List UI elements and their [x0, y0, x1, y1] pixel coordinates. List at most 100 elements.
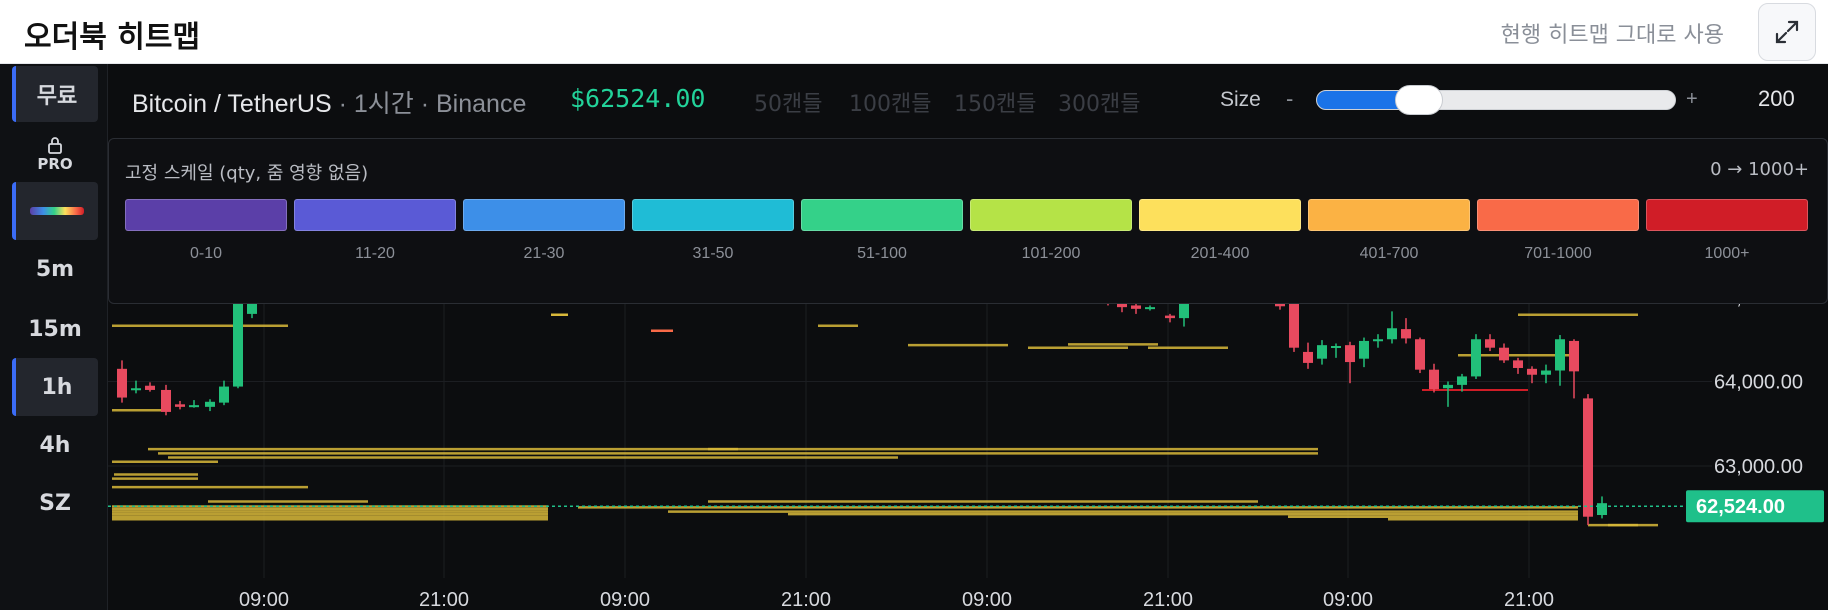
candle-up [1471, 339, 1481, 377]
size-label: Size [1220, 88, 1261, 111]
legend-swatch-label: 1000+ [1704, 245, 1750, 262]
x-tick-label: 09:00 [962, 589, 1012, 610]
candle-down [117, 368, 127, 398]
chart-area: 65,000.0064,000.0063,000.0062,524.0009:0… [108, 64, 1828, 610]
interval-label: · 1시간 · [338, 90, 430, 118]
symbol-name: Bitcoin / TetherUS [132, 90, 332, 118]
heatmap-panel: 무료 PRO 5m 15m 1h 4h SZ 65,000.0064,000.0… [0, 64, 1828, 610]
sidebar-item-label: 4h [39, 432, 71, 458]
sidebar: 무료 PRO 5m 15m 1h 4h SZ [0, 64, 108, 610]
candle-up [1317, 345, 1327, 359]
candle-up [219, 386, 229, 403]
size-value: 200 [1758, 86, 1795, 111]
sidebar-item-sz[interactable]: SZ [12, 474, 98, 532]
sidebar-item-4h[interactable]: 4h [12, 416, 98, 474]
candle-down [1165, 315, 1175, 319]
legend-range: 0 → 1000+ [1710, 159, 1809, 180]
legend-swatch-label: 31-50 [692, 245, 734, 262]
candles-300-button[interactable]: 300캔들 [1058, 86, 1140, 118]
candle-down [1527, 368, 1537, 375]
expand-icon [1775, 20, 1799, 44]
candle-down [1499, 347, 1509, 361]
sidebar-item-pro[interactable]: PRO [12, 130, 98, 178]
candles-150-button[interactable]: 150캔들 [954, 86, 1036, 118]
chart-header: Bitcoin / TetherUS · 1시간 · Binance $6252… [108, 64, 1828, 138]
x-tick-label: 09:00 [600, 589, 650, 610]
legend-swatch-label: 401-700 [1359, 245, 1419, 262]
legend-swatch [463, 199, 625, 231]
x-tick-label: 21:00 [781, 589, 831, 610]
legend-swatch [294, 199, 456, 231]
candle-down [161, 389, 171, 412]
candle-up [205, 401, 215, 407]
candles-100-button[interactable]: 100캔들 [849, 86, 931, 118]
legend-swatch-label: 201-400 [1190, 245, 1250, 262]
x-tick-label: 21:00 [1504, 589, 1554, 610]
legend-swatch [970, 199, 1132, 231]
size-decrease-button[interactable]: - [1286, 86, 1293, 112]
candle-up [1555, 339, 1565, 371]
expand-button[interactable] [1758, 3, 1816, 61]
sidebar-item-label: 15m [28, 316, 82, 342]
candle-up [1457, 376, 1467, 385]
symbol-label: Bitcoin / TetherUS · 1시간 · Binance [132, 84, 526, 120]
candle-down [1345, 345, 1355, 363]
sidebar-item-1h[interactable]: 1h [12, 358, 98, 416]
legend-swatch-label: 21-30 [523, 245, 565, 262]
lock-icon [48, 137, 62, 154]
candles-50-button[interactable]: 50캔들 [754, 86, 822, 118]
legend-swatch-label: 0-10 [189, 245, 223, 262]
candle-down [1569, 340, 1579, 372]
candle-up [1443, 384, 1453, 389]
color-scale-legend: 고정 스케일 (qty, 줌 영향 없음) 0 → 1000+ 0-10 11-2… [108, 138, 1828, 304]
candle-down [145, 385, 155, 390]
candle-up [1145, 307, 1155, 310]
sidebar-item-free[interactable]: 무료 [12, 66, 98, 122]
sidebar-item-label: 무료 [36, 84, 78, 109]
rainbow-gradient-icon [30, 207, 84, 215]
candle-up [1373, 339, 1383, 342]
legend-swatch [1646, 199, 1808, 231]
candle-up [1597, 503, 1607, 516]
size-increase-button[interactable]: + [1686, 88, 1698, 111]
x-tick-label: 21:00 [419, 589, 469, 610]
candle-down [1485, 339, 1495, 348]
y-tick-label: 63,000.00 [1714, 456, 1803, 478]
sidebar-item-color-scale[interactable] [12, 182, 98, 240]
sidebar-item-label: PRO [37, 155, 73, 173]
legend-title: 고정 스케일 (qty, 줌 영향 없음) [125, 163, 369, 184]
legend-swatch [125, 199, 287, 231]
sidebar-item-5m[interactable]: 5m [12, 240, 98, 298]
candle-down [1583, 398, 1593, 517]
candle-down [1131, 305, 1141, 309]
size-slider[interactable] [1316, 85, 1676, 115]
top-bar: 오더북 히트맵 현행 히트맵 그대로 사용 [0, 0, 1828, 64]
candle-down [1415, 339, 1425, 370]
sidebar-item-15m[interactable]: 15m [12, 300, 98, 358]
candle-down [175, 404, 185, 407]
candle-up [189, 405, 199, 408]
legend-swatch-label: 701-1000 [1524, 245, 1592, 262]
candle-up [1541, 370, 1551, 375]
app-root: 오더북 히트맵 현행 히트맵 그대로 사용 무료 PRO 5m 15m 1h 4… [0, 0, 1828, 610]
current-price-tag-label: 62,524.00 [1696, 496, 1785, 518]
x-tick-label: 09:00 [239, 589, 289, 610]
x-tick-label: 09:00 [1323, 589, 1373, 610]
legend-swatch [1477, 199, 1639, 231]
size-slider-handle[interactable] [1394, 85, 1443, 115]
candle-down [1429, 369, 1439, 390]
candle-down [1513, 360, 1523, 368]
legend-swatch-label: 51-100 [857, 245, 907, 262]
legend-swatch-label: 11-20 [355, 245, 395, 262]
mode-hint: 현행 히트맵 그대로 사용 [1500, 23, 1724, 48]
y-tick-label: 64,000.00 [1714, 372, 1803, 394]
candle-up [1331, 346, 1341, 349]
page-title: 오더북 히트맵 [24, 20, 201, 55]
candle-down [1401, 329, 1411, 339]
candle-up [131, 388, 141, 391]
candle-down [1303, 351, 1313, 363]
legend-swatch [1308, 199, 1470, 231]
current-price: $62524.00 [570, 84, 706, 113]
x-tick-label: 21:00 [1143, 589, 1193, 610]
sidebar-item-label: 1h [41, 374, 73, 400]
